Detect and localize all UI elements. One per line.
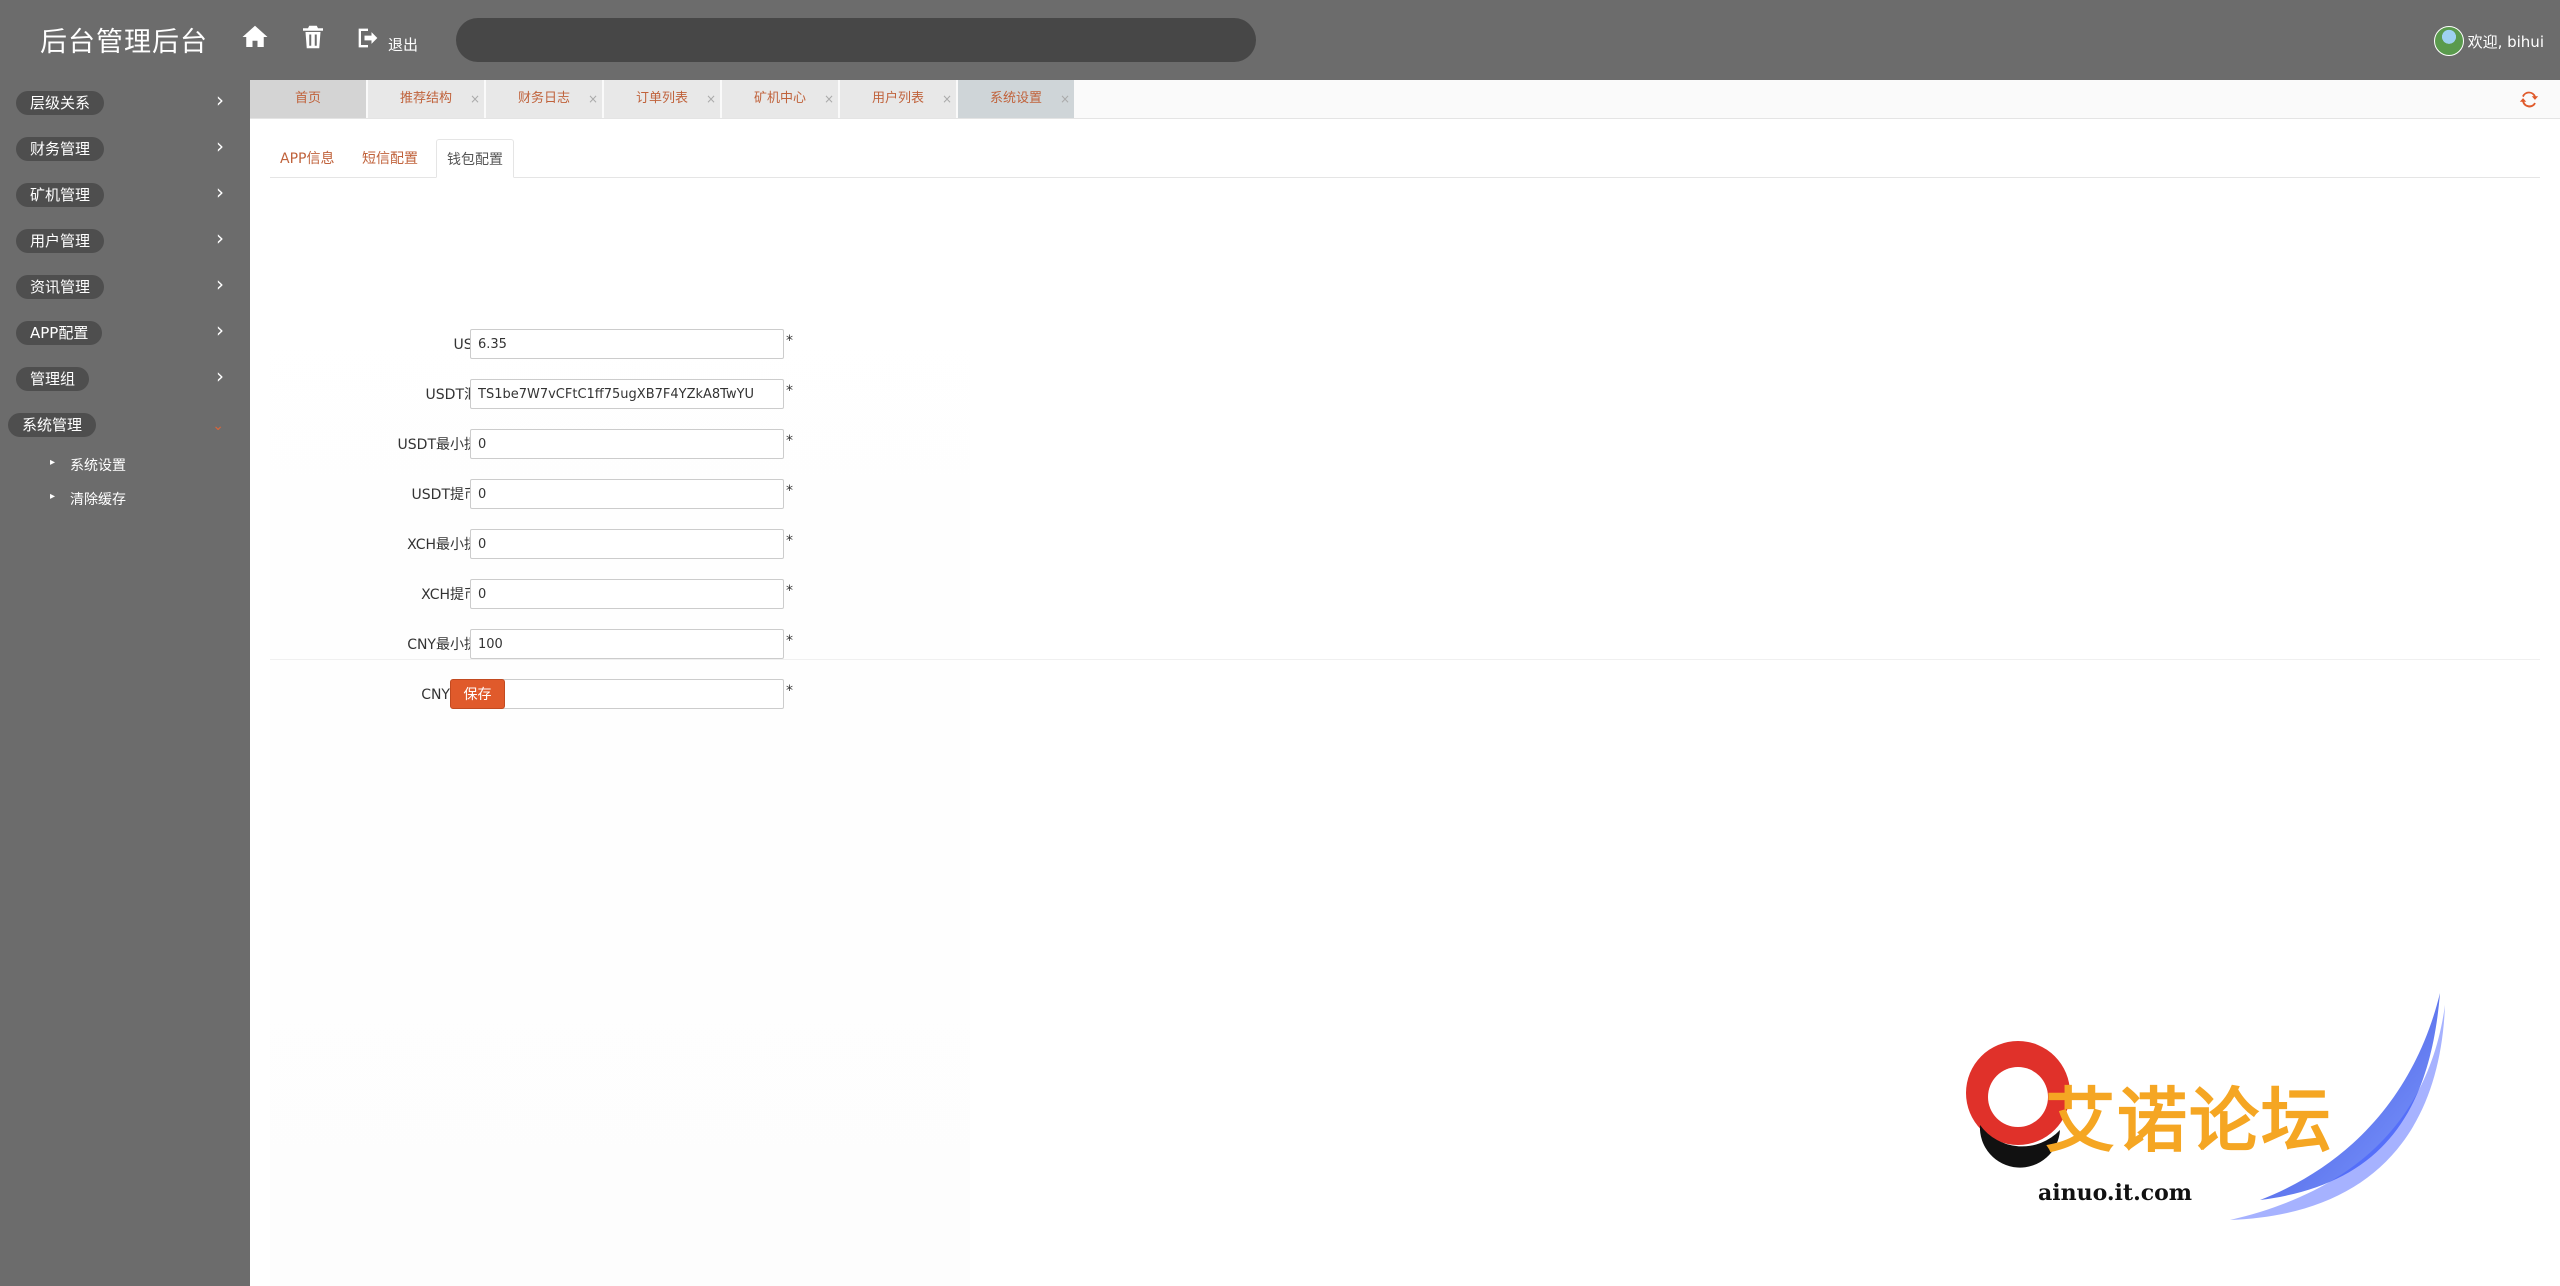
sidebar-item-label: 资讯管理 <box>16 275 105 299</box>
required-mark: * <box>786 533 793 549</box>
tab-label: 系统设置 <box>989 91 1042 106</box>
caret-right-icon: ▸ <box>50 491 56 502</box>
sidebar-subitem-label: 清除缓存 <box>70 492 126 508</box>
sidebar-item-label: 财务管理 <box>16 137 105 161</box>
page-tabs: 首页 推荐结构 × 财务日志 × 订单列表 × 矿机中心 × 用户列表 × 系统… <box>250 80 2560 119</box>
sidebar-item-label: 用户管理 <box>16 229 105 253</box>
sidebar-item-finance[interactable]: 财务管理 › <box>0 126 250 172</box>
trash-icon[interactable] <box>298 22 328 52</box>
form-row: USDT提币手续费 * <box>270 479 970 511</box>
sidebar-item-label: 层级关系 <box>16 91 105 115</box>
chevron-right-icon: › <box>216 272 224 296</box>
sign-out-icon <box>358 28 378 48</box>
sidebar-item-admin-group[interactable]: 管理组 › <box>0 356 250 402</box>
cny-min-withdraw-field[interactable] <box>470 629 784 659</box>
sidebar-item-label: 管理组 <box>16 367 90 391</box>
avatar <box>2433 26 2464 56</box>
required-mark: * <box>786 583 793 599</box>
tab-label: 矿机中心 <box>753 91 806 106</box>
form-row: CNY提币手续费 * <box>270 679 970 711</box>
sidebar-item-miners[interactable]: 矿机管理 › <box>0 172 250 218</box>
chevron-right-icon: › <box>216 364 224 388</box>
tab-user-list[interactable]: 用户列表 × <box>840 80 956 118</box>
usdt-collection-address-field[interactable] <box>470 379 784 409</box>
welcome-text: 欢迎, bihui <box>2467 32 2544 51</box>
subtab-sms-config[interactable]: 短信配置 <box>352 139 428 177</box>
tab-label: 财务日志 <box>517 91 570 106</box>
tab-referral-structure[interactable]: 推荐结构 × <box>368 80 484 118</box>
form-row: XCH提币手续费 * <box>270 579 970 611</box>
required-mark: * <box>786 633 793 649</box>
required-mark: * <box>786 683 793 699</box>
tab-miner-center[interactable]: 矿机中心 × <box>722 80 838 118</box>
form-row: XCH最小提币数量 * <box>270 529 970 561</box>
close-icon[interactable]: × <box>588 80 598 118</box>
close-icon[interactable]: × <box>706 80 716 118</box>
home-icon[interactable] <box>240 22 270 52</box>
logout-label: 退出 <box>388 35 419 54</box>
caret-right-icon: ▸ <box>50 457 56 468</box>
top-header: 后台管理后台 退出 欢迎, bihui <box>0 0 2560 80</box>
sidebar-subitem-system-settings[interactable]: ▸ 系统设置 <box>0 448 250 482</box>
form-divider <box>270 659 2540 660</box>
sidebar-item-label: 矿机管理 <box>16 183 105 207</box>
search-input[interactable] <box>456 18 1256 62</box>
watermark-url: ainuo.it.com <box>2038 1180 2193 1206</box>
tab-finance-log[interactable]: 财务日志 × <box>486 80 602 118</box>
sidebar-subitem-clear-cache[interactable]: ▸ 清除缓存 <box>0 482 250 516</box>
sidebar-item-hierarchy[interactable]: 层级关系 › <box>0 80 250 126</box>
required-mark: * <box>786 433 793 449</box>
sidebar-item-system[interactable]: 系统管理 ⌄ <box>0 402 250 448</box>
tab-system-settings[interactable]: 系统设置 × <box>958 80 1074 118</box>
tab-label: 用户列表 <box>871 91 924 106</box>
config-tabs: APP信息 短信配置 钱包配置 <box>270 139 2540 178</box>
sidebar-item-app-config[interactable]: APP配置 › <box>0 310 250 356</box>
chevron-right-icon: › <box>216 134 224 158</box>
form-row: USDT汇率 * <box>270 329 970 361</box>
tab-label: 首页 <box>294 91 321 106</box>
form-row: USDT汇总地址 * <box>270 379 970 411</box>
forum-watermark: 艾诺论坛 ainuo.it.com <box>1960 985 2460 1245</box>
subtab-app-info[interactable]: APP信息 <box>270 139 344 177</box>
tab-order-list[interactable]: 订单列表 × <box>604 80 720 118</box>
usdt-rate-field[interactable] <box>470 329 784 359</box>
required-mark: * <box>786 333 793 349</box>
close-icon[interactable]: × <box>942 80 952 118</box>
save-button[interactable]: 保存 <box>450 679 505 709</box>
user-welcome[interactable]: 欢迎, bihui <box>2433 26 2544 56</box>
chevron-down-icon: ⌄ <box>212 418 224 434</box>
xch-withdraw-fee-field[interactable] <box>470 579 784 609</box>
form-row: CNY最小提币数量 * <box>270 629 970 661</box>
required-mark: * <box>786 383 793 399</box>
close-icon[interactable]: × <box>470 80 480 118</box>
subtab-wallet-config[interactable]: 钱包配置 <box>436 139 514 178</box>
tab-label: 推荐结构 <box>399 91 452 106</box>
tab-home[interactable]: 首页 <box>250 80 366 118</box>
app-title: 后台管理后台 <box>40 27 208 58</box>
sidebar-item-label: 系统管理 <box>8 413 97 437</box>
logout-button[interactable]: 退出 <box>354 24 419 54</box>
chevron-right-icon: › <box>216 88 224 112</box>
refresh-icon[interactable] <box>2518 88 2540 110</box>
sidebar: 层级关系 › 财务管理 › 矿机管理 › 用户管理 › 资讯管理 › APP配置… <box>0 80 250 1286</box>
chevron-right-icon: › <box>216 318 224 342</box>
sidebar-subitem-label: 系统设置 <box>70 458 126 474</box>
tab-label: 订单列表 <box>635 91 688 106</box>
watermark-text: 艾诺论坛 <box>2045 1080 2333 1162</box>
chevron-right-icon: › <box>216 226 224 250</box>
usdt-min-withdraw-field[interactable] <box>470 429 784 459</box>
xch-min-withdraw-field[interactable] <box>470 529 784 559</box>
close-icon[interactable]: × <box>824 80 834 118</box>
chevron-right-icon: › <box>216 180 224 204</box>
close-icon[interactable]: × <box>1060 80 1070 118</box>
usdt-withdraw-fee-field[interactable] <box>470 479 784 509</box>
required-mark: * <box>786 483 793 499</box>
wallet-config-form: USDT汇率 * USDT汇总地址 * USDT最小提币数量 * USDT提币手… <box>270 209 970 1286</box>
sidebar-item-news[interactable]: 资讯管理 › <box>0 264 250 310</box>
form-row: USDT最小提币数量 * <box>270 429 970 461</box>
sidebar-item-users[interactable]: 用户管理 › <box>0 218 250 264</box>
sidebar-item-label: APP配置 <box>16 321 103 345</box>
cny-withdraw-fee-field[interactable] <box>470 679 784 709</box>
